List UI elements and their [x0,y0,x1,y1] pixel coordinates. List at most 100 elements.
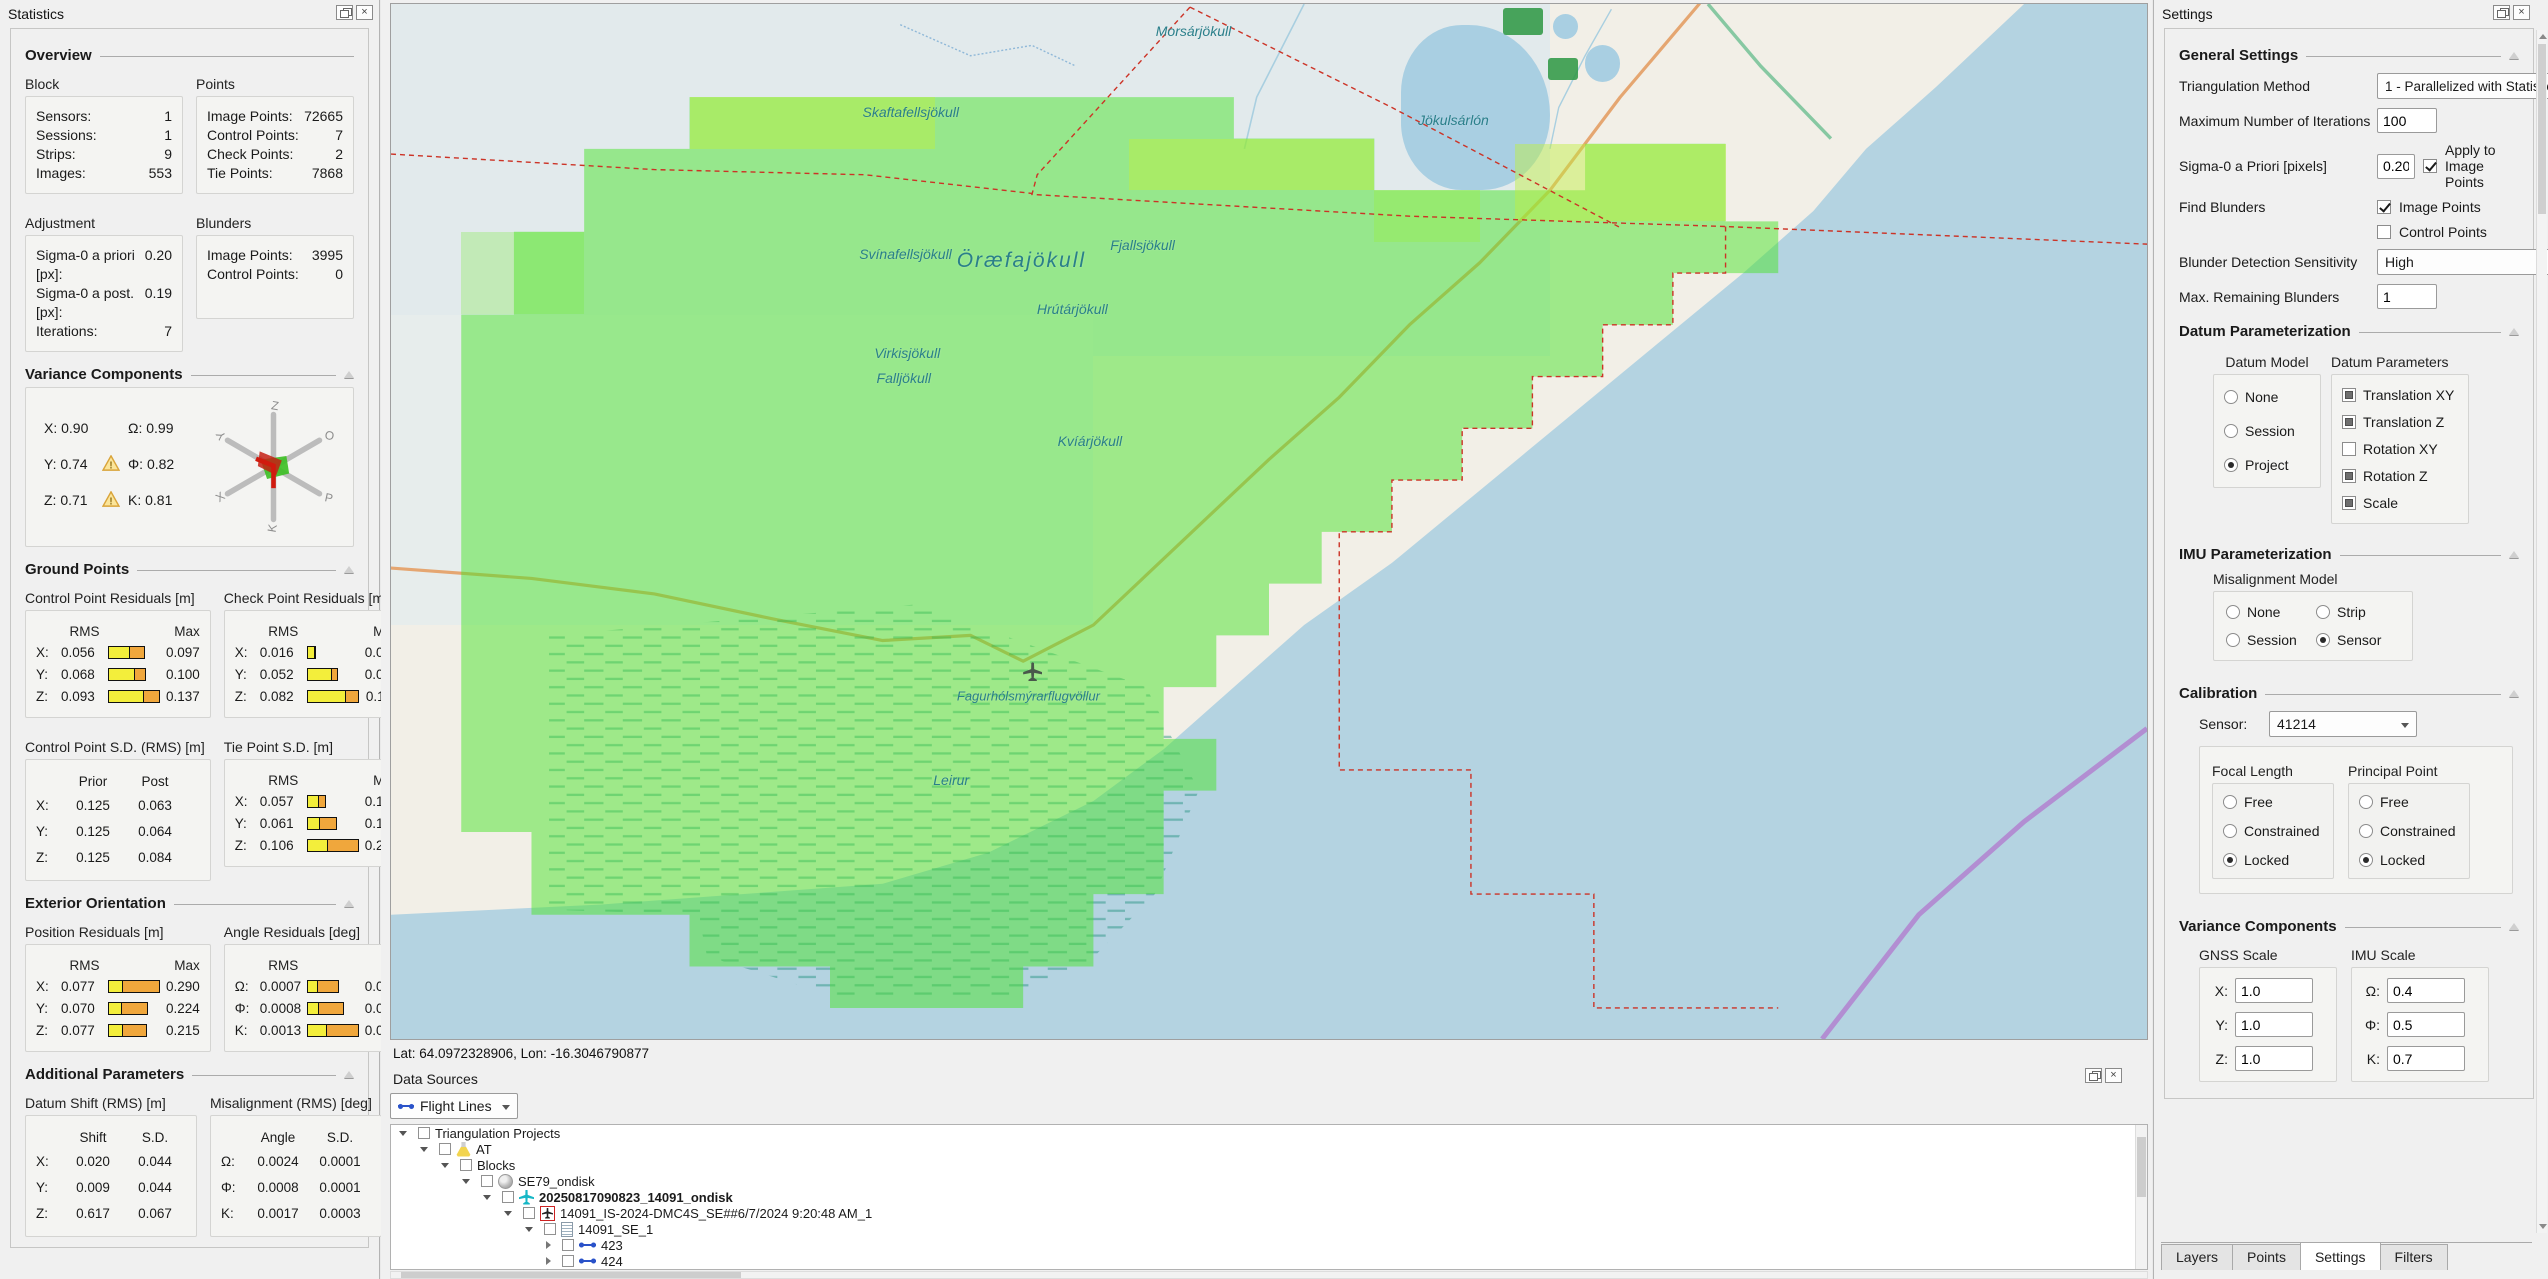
tab-filters[interactable]: Filters [2380,1244,2448,1270]
tree-checkbox[interactable] [562,1239,574,1251]
tree-row[interactable]: Triangulation Projects [391,1125,2147,1141]
max-iterations-input[interactable] [2377,108,2437,133]
translation-z-checkbox[interactable] [2342,415,2356,429]
tree-checkbox[interactable] [562,1255,574,1267]
imu-kappa-input[interactable] [2387,1046,2465,1071]
tree-expander[interactable] [462,1179,470,1184]
image-points-checkbox[interactable] [2377,200,2391,214]
tree-checkbox[interactable] [523,1207,535,1219]
datum-project-radio[interactable] [2224,458,2238,472]
tree-row[interactable]: 20250817090823_14091_ondisk [391,1189,2147,1205]
close-window-button[interactable]: × [356,5,373,20]
close-window-button[interactable]: × [2105,1068,2122,1083]
collapse-arrow[interactable] [2509,923,2519,930]
tree-expander[interactable] [546,1241,551,1249]
collapse-arrow[interactable] [2509,328,2519,335]
datum-none-radio[interactable] [2224,390,2238,404]
imu-none-radio[interactable] [2226,605,2240,619]
tree-row[interactable]: 14091_IS-2024-DMC4S_SE##6/7/2024 9:20:48… [391,1205,2147,1221]
data-source-select[interactable]: Flight Lines [390,1093,518,1119]
principal-locked-radio[interactable] [2359,853,2373,867]
triangulation-method-select[interactable]: 1 - Parallelized with Statistics [2377,73,2548,99]
tree-expander[interactable] [420,1147,428,1152]
rotation-z-checkbox[interactable] [2342,469,2356,483]
tree-label[interactable]: 14091_IS-2024-DMC4S_SE##6/7/2024 9:20:48… [560,1206,872,1221]
tab-layers[interactable]: Layers [2161,1244,2233,1270]
tree-label[interactable]: 423 [601,1238,623,1253]
translation-xy-checkbox[interactable] [2342,388,2356,402]
focal-constrained-radio[interactable] [2223,824,2237,838]
gnss-y-input[interactable] [2235,1012,2313,1037]
tree-expander[interactable] [441,1163,449,1168]
float-window-button[interactable] [2085,1068,2102,1083]
collapse-arrow[interactable] [344,1071,354,1078]
tree-row[interactable]: SE79_ondisk [391,1173,2147,1189]
tab-settings[interactable]: Settings [2300,1242,2381,1270]
rotation-xy-checkbox[interactable] [2342,442,2356,456]
principal-constrained-radio[interactable] [2359,824,2373,838]
imu-strip-radio[interactable] [2316,605,2330,619]
tree-label[interactable]: 20250817090823_14091_ondisk [539,1190,733,1205]
tree-label[interactable]: AT [476,1142,492,1157]
collapse-arrow[interactable] [344,371,354,378]
tree-row[interactable]: 423 [391,1237,2147,1253]
principal-free-radio[interactable] [2359,795,2373,809]
float-window-button[interactable] [2493,5,2510,20]
tree-label[interactable]: SE79_ondisk [518,1174,595,1189]
tree-checkbox[interactable] [544,1223,556,1235]
tree-expander[interactable] [483,1195,491,1200]
max-remaining-blunders-input[interactable] [2377,284,2437,309]
sensor-select[interactable]: 41214 [2269,711,2417,737]
scrollbar-thumb[interactable] [401,1272,741,1278]
tree-label[interactable]: Triangulation Projects [435,1126,560,1141]
scale-checkbox[interactable] [2342,496,2356,510]
scrollbar-thumb[interactable] [2137,1137,2146,1197]
tree-checkbox[interactable] [418,1127,430,1139]
tree-label[interactable]: 424 [601,1254,623,1269]
collapse-arrow[interactable] [2509,52,2519,59]
settings-scrollbar[interactable] [2536,30,2547,1233]
apply-to-image-points-checkbox[interactable] [2423,159,2437,173]
focal-free-radio[interactable] [2223,795,2237,809]
blunder-sensitivity-select[interactable]: High [2377,249,2548,275]
tree-row[interactable]: AT [391,1141,2147,1157]
tree-expander[interactable] [525,1227,533,1232]
collapse-arrow[interactable] [344,900,354,907]
tree-checkbox[interactable] [439,1143,451,1155]
imu-omega-input[interactable] [2387,978,2465,1003]
imu-phi-input[interactable] [2387,1012,2465,1037]
gnss-x-input[interactable] [2235,978,2313,1003]
tree-row[interactable]: Blocks [391,1157,2147,1173]
imu-session-radio[interactable] [2226,633,2240,647]
tree-row[interactable]: 14091_SE_1 [391,1221,2147,1237]
tree-label[interactable]: Blocks [477,1158,515,1173]
tree-vertical-scrollbar[interactable] [2135,1125,2147,1269]
scroll-up-arrow[interactable] [2539,34,2547,39]
map-canvas[interactable]: MorsárjökullJökulsárlónSkaftafellsjökull… [390,3,2148,1040]
scroll-down-arrow[interactable] [2539,1224,2547,1229]
collapse-arrow[interactable] [2509,690,2519,697]
gnss-z-input[interactable] [2235,1046,2313,1071]
tree-checkbox[interactable] [460,1159,472,1171]
tab-points[interactable]: Points [2232,1244,2301,1270]
tree-checkbox[interactable] [502,1191,514,1203]
tree-row[interactable]: 425 [391,1269,2147,1270]
scrollbar-thumb[interactable] [2538,44,2546,214]
tree-label[interactable]: 14091_SE_1 [578,1222,653,1237]
control-points-checkbox[interactable] [2377,225,2391,239]
float-window-button[interactable] [336,5,353,20]
collapse-arrow[interactable] [2509,551,2519,558]
tree-checkbox[interactable] [481,1175,493,1187]
tree-expander[interactable] [399,1131,407,1136]
imu-sensor-radio[interactable] [2316,633,2330,647]
datum-session-radio[interactable] [2224,424,2238,438]
tree-label[interactable]: 425 [601,1270,623,1271]
sigma0-input[interactable] [2377,154,2415,179]
close-window-button[interactable]: × [2513,5,2530,20]
collapse-arrow[interactable] [344,566,354,573]
tree-row[interactable]: 424 [391,1253,2147,1269]
tree-expander[interactable] [546,1257,551,1265]
focal-locked-radio[interactable] [2223,853,2237,867]
tree-expander[interactable] [504,1211,512,1216]
tree-horizontal-scrollbar[interactable] [390,1271,2148,1279]
